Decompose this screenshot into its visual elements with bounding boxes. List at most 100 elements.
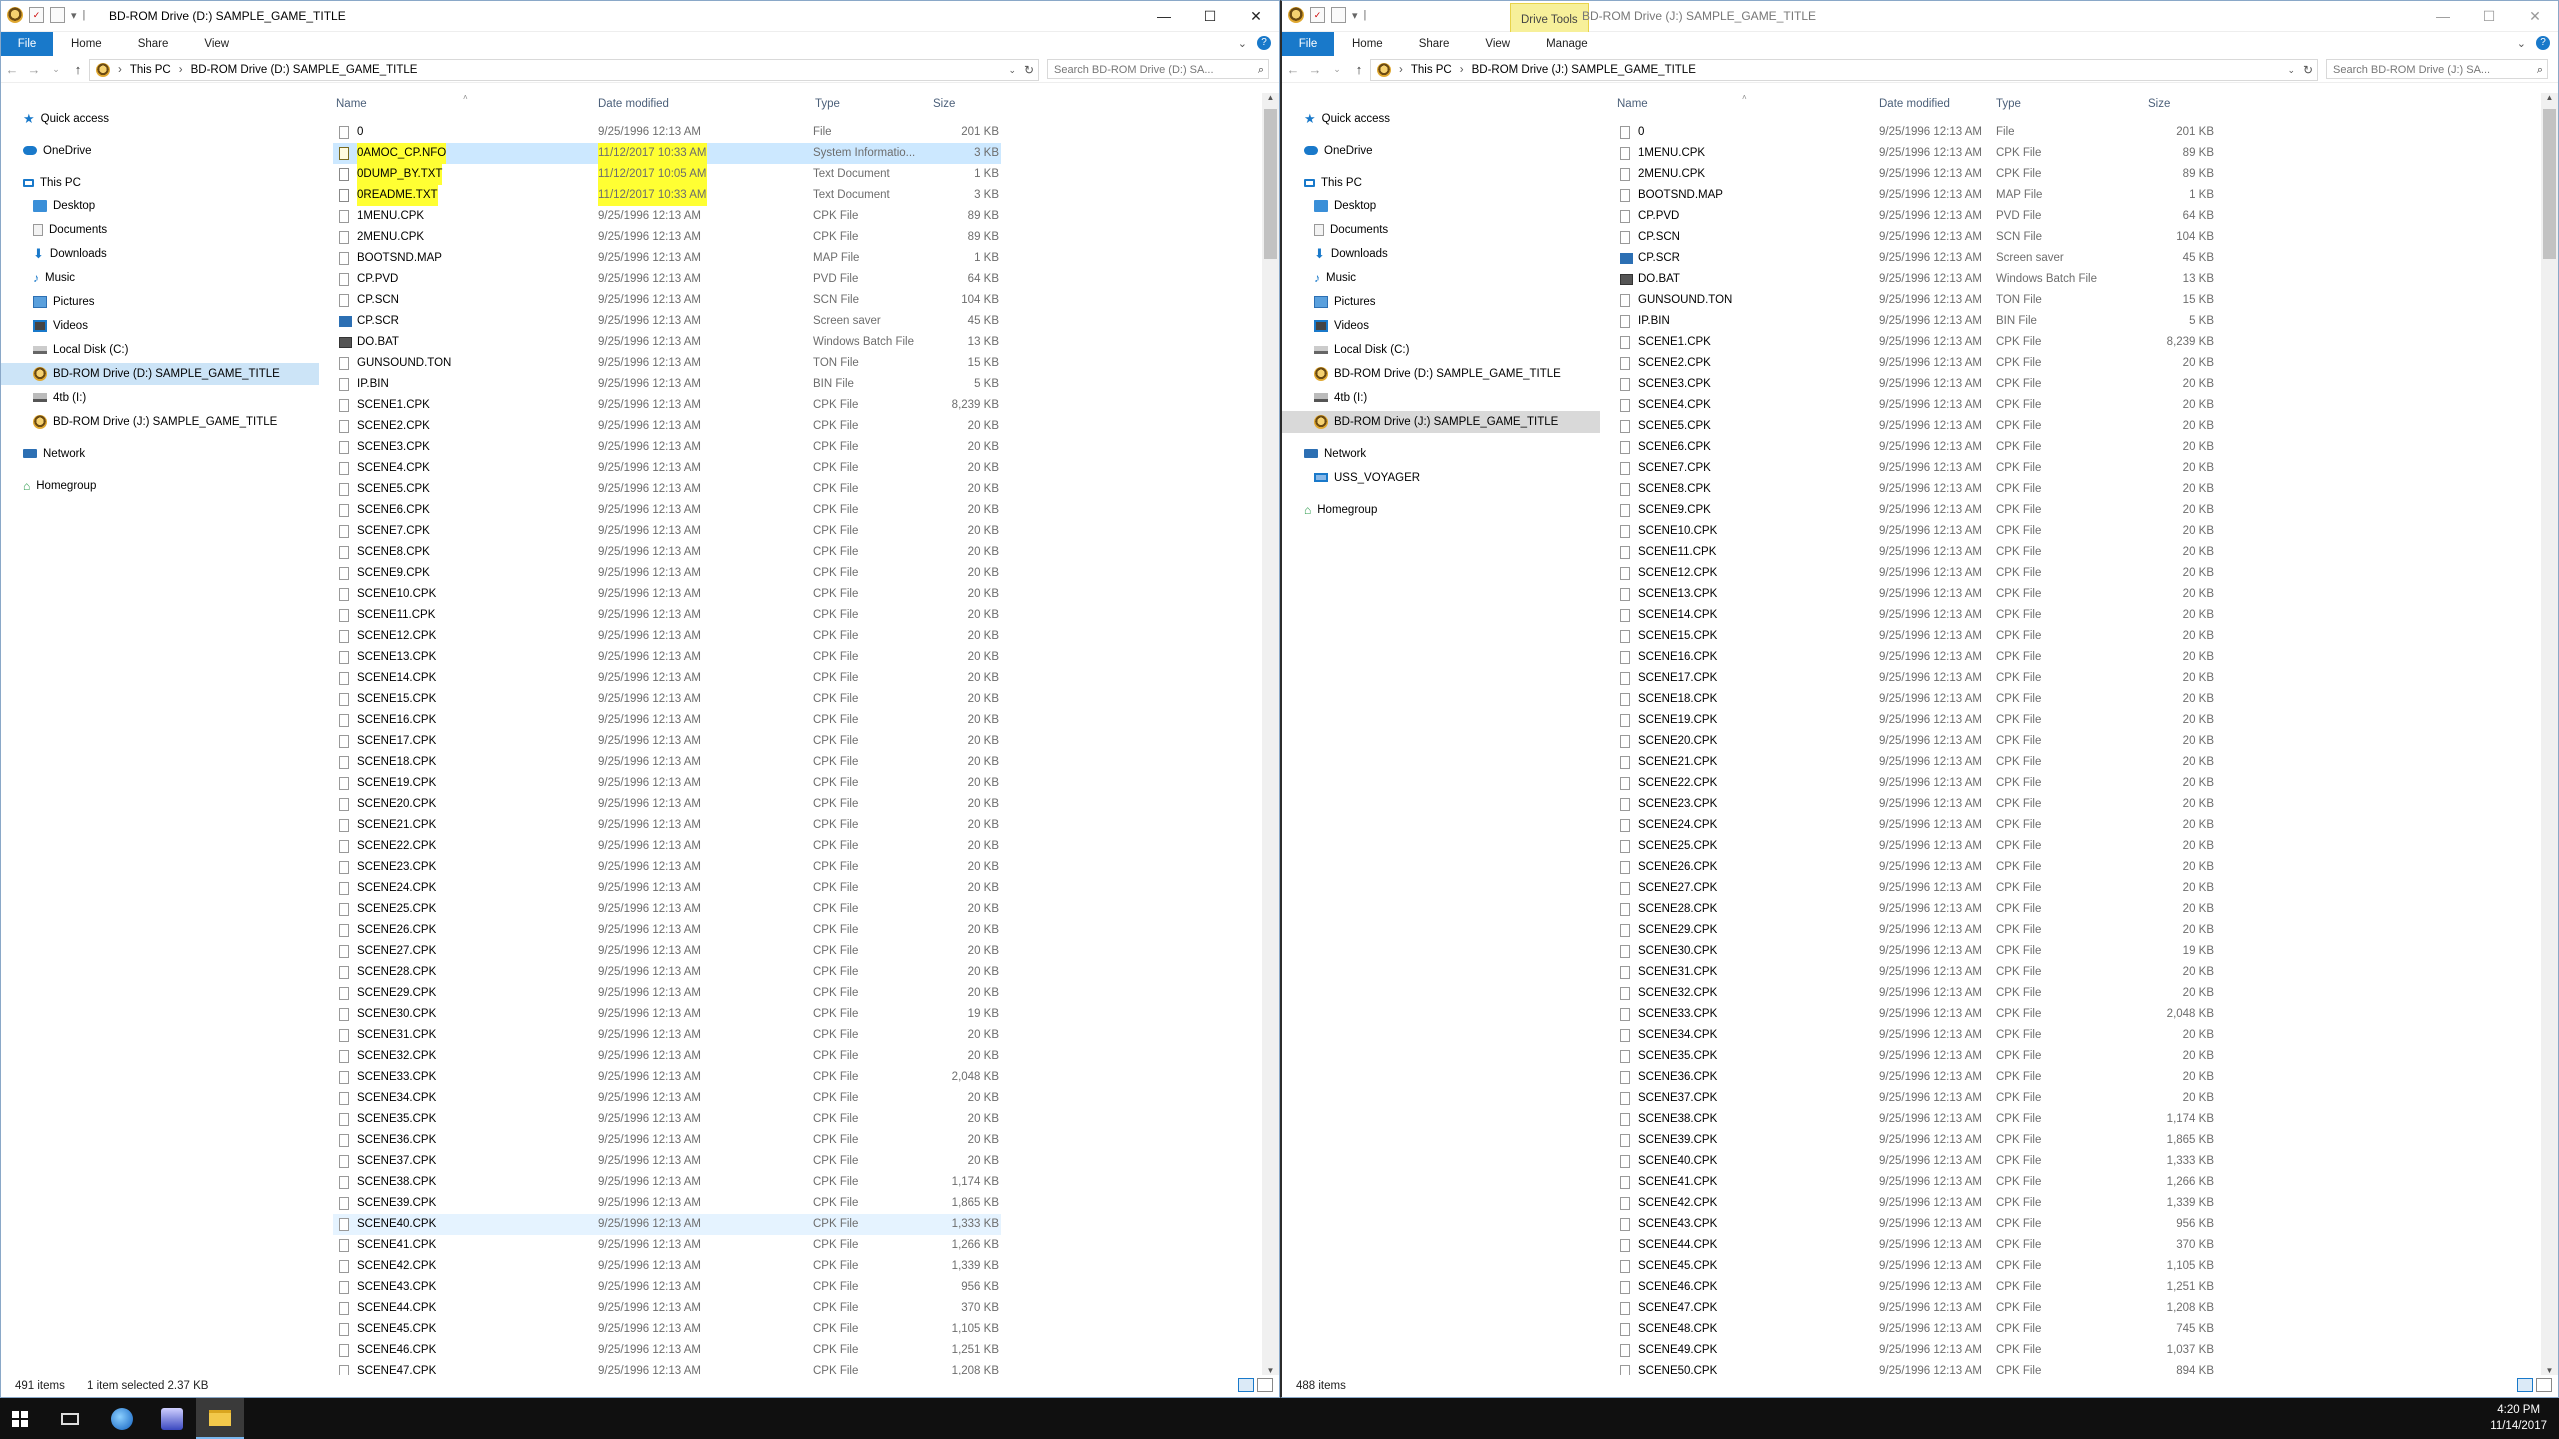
scrollbar-thumb[interactable]	[2543, 109, 2556, 259]
file-row[interactable]: SCENE8.CPK 9/25/1996 12:13 AM CPK File 20 K…	[333, 542, 1001, 563]
file-row[interactable]: SCENE41.CPK 9/25/1996 12:13 AM CPK File 1,2…	[1614, 1172, 2502, 1193]
file-row[interactable]: SCENE45.CPK 9/25/1996 12:13 AM CPK File 1,1…	[333, 1319, 1001, 1340]
file-row[interactable]: SCENE41.CPK 9/25/1996 12:13 AM CPK File 1,2…	[333, 1235, 1001, 1256]
file-row[interactable]: SCENE3.CPK 9/25/1996 12:13 AM CPK File 20 K…	[1614, 374, 2502, 395]
file-row[interactable]: SCENE28.CPK 9/25/1996 12:13 AM CPK File 20 …	[1614, 899, 2502, 920]
maximize-button[interactable]: ☐	[2466, 1, 2512, 31]
tab-file[interactable]: File	[1, 32, 53, 56]
title-bar[interactable]: ✓ ▾ | BD-ROM Drive (D:) SAMPLE_GAME_TITL…	[1, 1, 1279, 32]
breadcrumb-drive[interactable]: BD-ROM Drive (J:) SAMPLE_GAME_TITLE	[1472, 64, 1696, 76]
file-row[interactable]: SCENE7.CPK 9/25/1996 12:13 AM CPK File 20 K…	[1614, 458, 2502, 479]
column-header-name[interactable]: Name	[1617, 95, 1648, 113]
file-row[interactable]: SCENE42.CPK 9/25/1996 12:13 AM CPK File 1,3…	[333, 1256, 1001, 1277]
file-row[interactable]: SCENE37.CPK 9/25/1996 12:13 AM CPK File 20 …	[333, 1151, 1001, 1172]
breadcrumb-this-pc[interactable]: This PC	[130, 64, 171, 76]
file-row[interactable]: 0 9/25/1996 12:13 AM File 201 KB	[333, 122, 1001, 143]
minimize-button[interactable]: —	[1141, 1, 1187, 31]
breadcrumb-separator-icon[interactable]: ›	[118, 64, 122, 76]
file-row[interactable]: SCENE4.CPK 9/25/1996 12:13 AM CPK File 20 K…	[333, 458, 1001, 479]
back-arrow-icon[interactable]: ←	[1282, 62, 1304, 77]
file-row[interactable]: SCENE45.CPK 9/25/1996 12:13 AM CPK File 1,1…	[1614, 1256, 2502, 1277]
file-row[interactable]: SCENE8.CPK 9/25/1996 12:13 AM CPK File 20 K…	[1614, 479, 2502, 500]
recent-locations-icon[interactable]: ⌄	[1326, 64, 1348, 75]
file-row[interactable]: SCENE3.CPK 9/25/1996 12:13 AM CPK File 20 K…	[333, 437, 1001, 458]
breadcrumb-this-pc[interactable]: This PC	[1411, 64, 1452, 76]
search-input[interactable]: Search BD-ROM Drive (D:) SA... ⌕	[1047, 59, 1269, 79]
file-row[interactable]: CP.PVD 9/25/1996 12:13 AM PVD File 64 KB	[333, 269, 1001, 290]
file-row[interactable]: SCENE4.CPK 9/25/1996 12:13 AM CPK File 20 K…	[1614, 395, 2502, 416]
file-row[interactable]: SCENE28.CPK 9/25/1996 12:13 AM CPK File 20 …	[333, 962, 1001, 983]
details-view-icon[interactable]	[2517, 1378, 2533, 1392]
file-row[interactable]: SCENE39.CPK 9/25/1996 12:13 AM CPK File 1,8…	[333, 1193, 1001, 1214]
file-row[interactable]: SCENE34.CPK 9/25/1996 12:13 AM CPK File 20 …	[333, 1088, 1001, 1109]
file-row[interactable]: SCENE10.CPK 9/25/1996 12:13 AM CPK File 20 …	[1614, 521, 2502, 542]
file-row[interactable]: 0 9/25/1996 12:13 AM File 201 KB	[1614, 122, 2502, 143]
file-row[interactable]: IP.BIN 9/25/1996 12:13 AM BIN File 5 KB	[333, 374, 1001, 395]
tab-home[interactable]: Home	[53, 32, 120, 56]
large-icons-view-icon[interactable]	[2536, 1378, 2552, 1392]
file-row[interactable]: SCENE16.CPK 9/25/1996 12:13 AM CPK File 20 …	[333, 710, 1001, 731]
file-row[interactable]: SCENE42.CPK 9/25/1996 12:13 AM CPK File 1,3…	[1614, 1193, 2502, 1214]
file-row[interactable]: SCENE17.CPK 9/25/1996 12:13 AM CPK File 20 …	[1614, 668, 2502, 689]
file-row[interactable]: SCENE15.CPK 9/25/1996 12:13 AM CPK File 20 …	[1614, 626, 2502, 647]
properties-icon[interactable]: ✓	[29, 7, 44, 23]
search-input[interactable]: Search BD-ROM Drive (J:) SA... ⌕	[2326, 59, 2548, 79]
file-row[interactable]: 2MENU.CPK 9/25/1996 12:13 AM CPK File 89 KB	[1614, 164, 2502, 185]
file-row[interactable]: SCENE14.CPK 9/25/1996 12:13 AM CPK File 20 …	[1614, 605, 2502, 626]
breadcrumb[interactable]: › This PC › BD-ROM Drive (J:) SAMPLE_GAM…	[1370, 59, 2318, 81]
expand-ribbon-icon[interactable]: ⌄	[2517, 37, 2526, 50]
forward-arrow-icon[interactable]: →	[1304, 62, 1326, 77]
column-header-date[interactable]: Date modified	[598, 95, 669, 113]
column-header-type[interactable]: Type	[1996, 95, 2021, 113]
file-row[interactable]: 1MENU.CPK 9/25/1996 12:13 AM CPK File 89 KB	[333, 206, 1001, 227]
file-row[interactable]: SCENE46.CPK 9/25/1996 12:13 AM CPK File 1,2…	[333, 1340, 1001, 1361]
scroll-up-icon[interactable]: ▲	[1262, 93, 1279, 102]
scroll-down-icon[interactable]: ▼	[2541, 1366, 2558, 1375]
file-row[interactable]: SCENE18.CPK 9/25/1996 12:13 AM CPK File 20 …	[1614, 689, 2502, 710]
file-row[interactable]: SCENE6.CPK 9/25/1996 12:13 AM CPK File 20 K…	[1614, 437, 2502, 458]
column-header-size[interactable]: Size	[2148, 95, 2170, 113]
file-row[interactable]: SCENE1.CPK 9/25/1996 12:13 AM CPK File 8,23…	[1614, 332, 2502, 353]
column-header-name[interactable]: Name	[336, 95, 367, 113]
new-folder-icon[interactable]	[50, 7, 65, 23]
file-row[interactable]: CP.SCR 9/25/1996 12:13 AM Screen saver 45 K…	[333, 311, 1001, 332]
maximize-button[interactable]: ☐	[1187, 1, 1233, 31]
file-row[interactable]: SCENE32.CPK 9/25/1996 12:13 AM CPK File 20 …	[1614, 983, 2502, 1004]
file-row[interactable]: 1MENU.CPK 9/25/1996 12:13 AM CPK File 89 KB	[1614, 143, 2502, 164]
tab-view[interactable]: View	[186, 32, 247, 56]
file-row[interactable]: SCENE38.CPK 9/25/1996 12:13 AM CPK File 1,1…	[1614, 1109, 2502, 1130]
file-row[interactable]: SCENE24.CPK 9/25/1996 12:13 AM CPK File 20 …	[1614, 815, 2502, 836]
column-header-size[interactable]: Size	[933, 95, 955, 113]
file-row[interactable]: SCENE38.CPK 9/25/1996 12:13 AM CPK File 1,1…	[333, 1172, 1001, 1193]
file-row[interactable]: SCENE26.CPK 9/25/1996 12:13 AM CPK File 20 …	[333, 920, 1001, 941]
file-row[interactable]: SCENE25.CPK 9/25/1996 12:13 AM CPK File 20 …	[1614, 836, 2502, 857]
tab-share[interactable]: Share	[1401, 32, 1468, 56]
forward-arrow-icon[interactable]: →	[23, 62, 45, 77]
breadcrumb-separator-icon[interactable]: ›	[179, 64, 183, 76]
file-row[interactable]: SCENE5.CPK 9/25/1996 12:13 AM CPK File 20 K…	[333, 479, 1001, 500]
file-row[interactable]: 0AMOC_CP.NFO 11/12/2017 10:33 AM System In…	[333, 143, 1001, 164]
file-row[interactable]: SCENE29.CPK 9/25/1996 12:13 AM CPK File 20 …	[1614, 920, 2502, 941]
file-row[interactable]: SCENE7.CPK 9/25/1996 12:13 AM CPK File 20 K…	[333, 521, 1001, 542]
file-row[interactable]: SCENE18.CPK 9/25/1996 12:13 AM CPK File 20 …	[333, 752, 1001, 773]
help-icon[interactable]: ?	[1257, 36, 1271, 50]
file-row[interactable]: SCENE39.CPK 9/25/1996 12:13 AM CPK File 1,8…	[1614, 1130, 2502, 1151]
file-row[interactable]: SCENE33.CPK 9/25/1996 12:13 AM CPK File 2,0…	[1614, 1004, 2502, 1025]
file-row[interactable]: SCENE23.CPK 9/25/1996 12:13 AM CPK File 20 …	[333, 857, 1001, 878]
file-row[interactable]: SCENE37.CPK 9/25/1996 12:13 AM CPK File 20 …	[1614, 1088, 2502, 1109]
file-row[interactable]: SCENE31.CPK 9/25/1996 12:13 AM CPK File 20 …	[333, 1025, 1001, 1046]
file-row[interactable]: SCENE26.CPK 9/25/1996 12:13 AM CPK File 20 …	[1614, 857, 2502, 878]
file-row[interactable]: SCENE47.CPK 9/25/1996 12:13 AM CPK File 1,2…	[333, 1361, 1001, 1375]
breadcrumb-separator-icon[interactable]: ›	[1399, 64, 1403, 76]
file-row[interactable]: BOOTSND.MAP 9/25/1996 12:13 AM MAP File 1 K…	[1614, 185, 2502, 206]
column-header-type[interactable]: Type	[815, 95, 840, 113]
breadcrumb-separator-icon[interactable]: ›	[1460, 64, 1464, 76]
file-row[interactable]: SCENE14.CPK 9/25/1996 12:13 AM CPK File 20 …	[333, 668, 1001, 689]
file-row[interactable]: SCENE33.CPK 9/25/1996 12:13 AM CPK File 2,0…	[333, 1067, 1001, 1088]
expand-ribbon-icon[interactable]: ⌄	[1238, 37, 1247, 50]
file-row[interactable]: SCENE44.CPK 9/25/1996 12:13 AM CPK File 370…	[1614, 1235, 2502, 1256]
address-dropdown-icon[interactable]: ⌄	[1008, 65, 1016, 76]
taskbar-app[interactable]	[148, 1398, 196, 1439]
file-row[interactable]: SCENE12.CPK 9/25/1996 12:13 AM CPK File 20 …	[333, 626, 1001, 647]
file-row[interactable]: SCENE27.CPK 9/25/1996 12:13 AM CPK File 20 …	[1614, 878, 2502, 899]
